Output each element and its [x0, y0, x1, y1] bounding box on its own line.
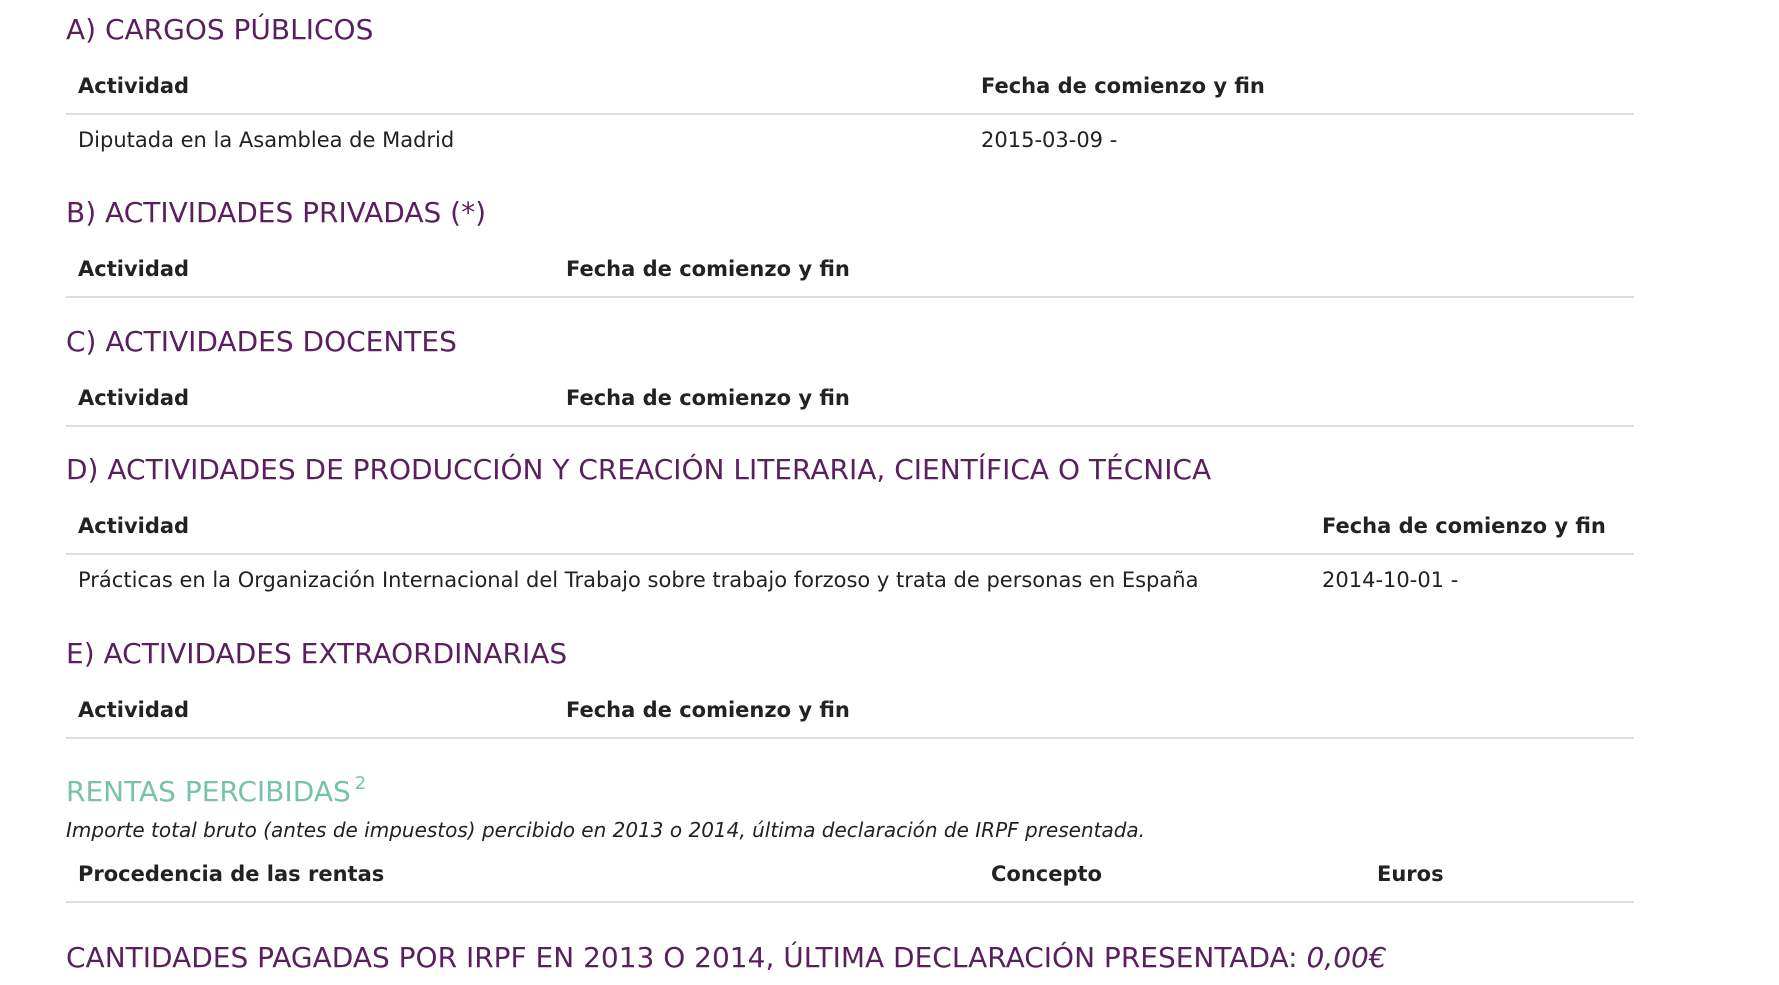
declaration-page: A) CARGOS PÚBLICOS Actividad Fecha de co… — [0, 0, 1779, 985]
table-row: Diputada en la Asamblea de Madrid 2015-0… — [66, 114, 1634, 165]
rentas-title-text: RENTAS PERCIBIDAS — [66, 775, 351, 808]
section-irpf: CANTIDADES PAGADAS POR IRPF EN 2013 O 20… — [66, 940, 1634, 976]
actividades-extraordinarias-table: Actividad Fecha de comienzo y fin — [66, 684, 1634, 739]
section-cargos-publicos: A) CARGOS PÚBLICOS Actividad Fecha de co… — [66, 12, 1634, 165]
irpf-title: CANTIDADES PAGADAS POR IRPF EN 2013 O 20… — [66, 940, 1634, 976]
irpf-amount: 0,00€ — [1306, 941, 1387, 974]
section-title: C) ACTIVIDADES DOCENTES — [66, 325, 457, 358]
actividades-produccion-table: Actividad Fecha de comienzo y fin Prácti… — [66, 500, 1634, 605]
section-actividades-extraordinarias: E) ACTIVIDADES EXTRAORDINARIAS Actividad… — [66, 636, 1634, 739]
section-title: RENTAS PERCIBIDAS 2 — [66, 766, 1634, 810]
table-header-row: Actividad Fecha de comienzo y fin — [66, 500, 1634, 555]
column-header-activity: Actividad — [66, 684, 554, 739]
table-row: Prácticas en la Organización Internacion… — [66, 554, 1634, 605]
column-header-dates: Fecha de comienzo y fin — [554, 372, 1634, 427]
column-header-activity: Actividad — [66, 500, 1310, 555]
column-header-dates: Fecha de comienzo y fin — [1310, 500, 1634, 555]
section-title: B) ACTIVIDADES PRIVADAS (*) — [66, 196, 487, 229]
section-rentas-percibidas: RENTAS PERCIBIDAS 2 Importe total bruto (… — [66, 766, 1634, 903]
table-header-row: Procedencia de las rentas Concepto Euros — [66, 848, 1634, 903]
section-title: A) CARGOS PÚBLICOS — [66, 13, 374, 46]
table-header-row: Actividad Fecha de comienzo y fin — [66, 684, 1634, 739]
irpf-title-text: CANTIDADES PAGADAS POR IRPF EN 2013 O 20… — [66, 941, 1307, 974]
column-header-activity: Actividad — [66, 243, 554, 298]
rentas-subtitle: Importe total bruto (antes de impuestos)… — [66, 818, 1146, 842]
table-header-row: Actividad Fecha de comienzo y fin — [66, 372, 1634, 427]
dates-cell: 2014-10-01 - — [1322, 568, 1459, 592]
column-header-euros: Euros — [1365, 848, 1634, 903]
actividades-privadas-table: Actividad Fecha de comienzo y fin — [66, 243, 1634, 298]
footnote-marker: 2 — [354, 773, 367, 794]
column-header-activity: Actividad — [66, 60, 969, 115]
column-header-dates: Fecha de comienzo y fin — [969, 60, 1634, 115]
table-header-row: Actividad Fecha de comienzo y fin — [66, 60, 1634, 115]
section-title: E) ACTIVIDADES EXTRAORDINARIAS — [66, 637, 568, 670]
activity-cell: Diputada en la Asamblea de Madrid — [78, 128, 455, 152]
column-header-dates: Fecha de comienzo y fin — [554, 243, 1634, 298]
section-actividades-privadas: B) ACTIVIDADES PRIVADAS (*) Actividad Fe… — [66, 195, 1634, 298]
section-actividades-produccion: D) ACTIVIDADES DE PRODUCCIÓN Y CREACIÓN … — [66, 452, 1634, 605]
column-header-concept: Concepto — [979, 848, 1365, 903]
cargos-publicos-table: Actividad Fecha de comienzo y fin Diputa… — [66, 60, 1634, 165]
section-title: D) ACTIVIDADES DE PRODUCCIÓN Y CREACIÓN … — [66, 453, 1212, 486]
actividades-docentes-table: Actividad Fecha de comienzo y fin — [66, 372, 1634, 427]
column-header-dates: Fecha de comienzo y fin — [554, 684, 1634, 739]
table-header-row: Actividad Fecha de comienzo y fin — [66, 243, 1634, 298]
dates-cell: 2015-03-09 - — [981, 128, 1118, 152]
activity-cell: Prácticas en la Organización Internacion… — [78, 568, 1199, 592]
column-header-source: Procedencia de las rentas — [66, 848, 979, 903]
section-actividades-docentes: C) ACTIVIDADES DOCENTES Actividad Fecha … — [66, 324, 1634, 427]
column-header-activity: Actividad — [66, 372, 554, 427]
rentas-table: Procedencia de las rentas Concepto Euros — [66, 848, 1634, 903]
